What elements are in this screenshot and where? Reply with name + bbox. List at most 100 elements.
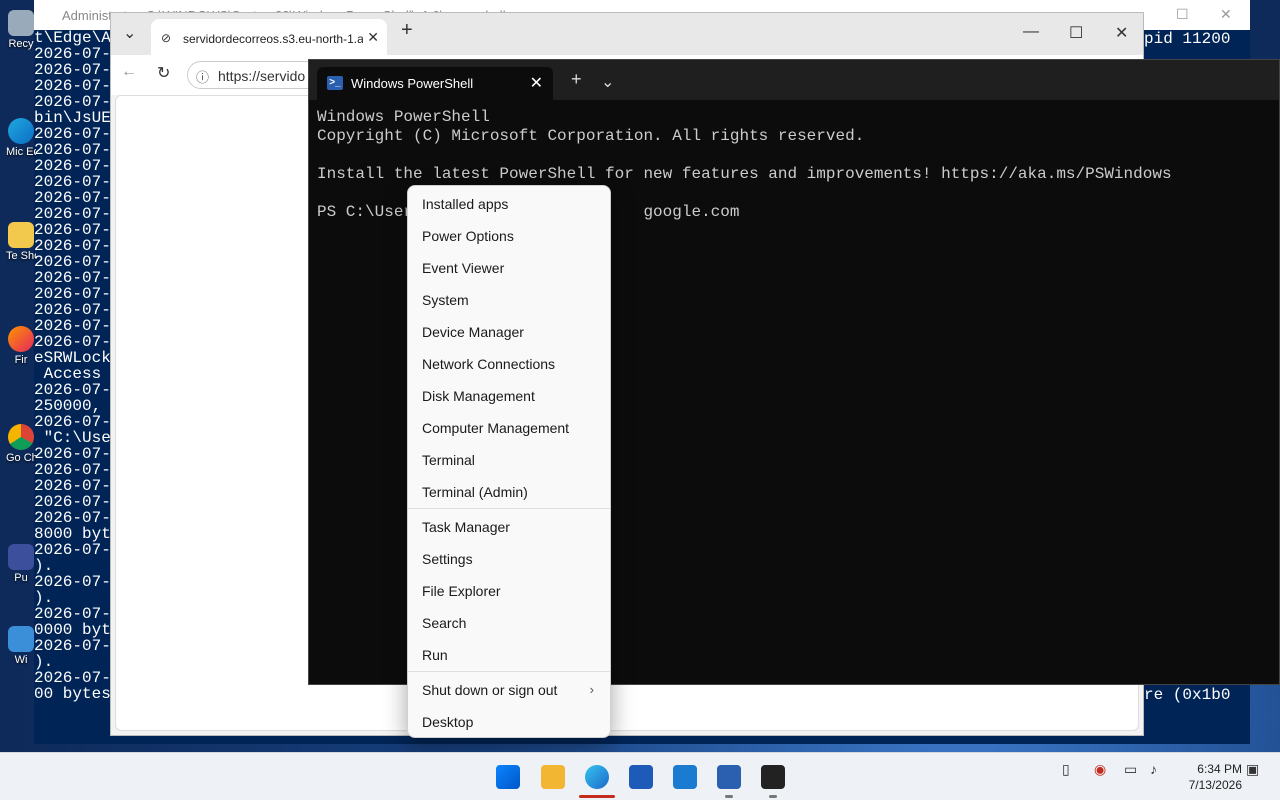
menu-item-shut-down[interactable]: Shut down or sign out [422,682,557,698]
menu-item-power-options[interactable]: Power Options [422,228,514,244]
desktop-icon-wireshark[interactable]: Wi [6,626,36,666]
clock-date: 7/13/2026 [1188,778,1242,792]
console-line: ). [34,589,54,607]
console-line: ). [34,557,54,575]
new-tab-icon[interactable]: + [571,69,582,90]
console-line: 2026-07- [34,189,111,207]
menu-separator [408,671,610,672]
wireshark-icon [8,626,34,652]
terminal-line: Copyright (C) Microsoft Corporation. All… [317,127,865,145]
maximize-icon[interactable]: ☐ [1069,23,1083,43]
console-line: 2026-07- [34,253,111,271]
notification-icon[interactable]: ▣ [1246,761,1259,778]
chevron-right-icon: › [589,682,594,697]
console-line: 2026-07- [34,93,111,111]
menu-item-installed-apps[interactable]: Installed apps [422,196,508,212]
close-tab-icon[interactable]: ✕ [367,29,379,46]
console-line: 2026-07- [34,637,111,655]
terminal-running-indicator [769,795,777,798]
store-icon[interactable] [629,765,653,789]
console-line: 250000, [34,397,102,415]
terminal-line: Install the latest PowerShell for new fe… [317,165,1172,183]
back-arrow-icon[interactable]: ← [121,63,137,81]
terminal-tab[interactable]: >_ Windows PowerShell ✕ [317,67,553,100]
console-line: 2026-07- [34,333,111,351]
edge-icon [8,118,34,144]
outlook-icon[interactable] [673,765,697,789]
menu-item-system[interactable]: System [422,292,469,308]
chevron-down-icon[interactable]: ⌄ [601,72,614,92]
close-tab-icon[interactable]: ✕ [530,73,543,93]
clock-time: 6:34 PM [1197,762,1242,776]
desktop-icon-shortcut[interactable]: Te Sho [6,222,36,262]
address-url: https://servido [218,68,306,84]
usb-device-icon[interactable]: ▯ [1062,761,1070,778]
menu-item-run[interactable]: Run [422,647,448,663]
terminal-tab-label: Windows PowerShell [351,76,474,91]
menu-item-event-viewer[interactable]: Event Viewer [422,260,504,276]
refresh-icon[interactable]: ↻ [157,63,170,83]
browser-tab[interactable]: ⊘ servidordecorreos.s3.eu-north-1.am ✕ [151,19,387,55]
console-line: "C:\Use [34,429,111,447]
console-line: 2026-07- [34,45,111,63]
security-alert-icon[interactable]: ◉ [1094,761,1106,778]
console-line: 2026-07- [34,61,111,79]
console-line: ). [34,653,54,671]
chrome-icon [8,424,34,450]
menu-item-task-manager[interactable]: Task Manager [422,519,510,535]
menu-item-computer-management[interactable]: Computer Management [422,420,569,436]
console-line: 2026-07- [34,173,111,191]
console-line: 2026-07- [34,237,111,255]
browser-tab-label: servidordecorreos.s3.eu-north-1.am [183,32,363,46]
console-line: 2026-07- [34,317,111,335]
desktop-icon-firefox[interactable]: Fir [6,326,36,366]
console-line: 2026-07- [34,157,111,175]
close-icon[interactable]: ✕ [1115,23,1128,43]
firefox-icon [8,326,34,352]
console-line: 2026-07- [34,125,111,143]
menu-item-desktop[interactable]: Desktop [422,714,473,730]
menu-item-terminal-admin[interactable]: Terminal (Admin) [422,484,528,500]
console-line: t\Edge\A [34,30,111,47]
console-line: 2026-07- [34,669,111,687]
console-line: 2026-07- [34,605,111,623]
desktop-icon-chrome[interactable]: Go Chr [6,424,36,464]
maximize-icon[interactable]: ☐ [1176,6,1189,23]
new-tab-icon[interactable]: + [401,19,413,42]
console-line: eSRWLock [34,349,111,367]
desktop-icon-putty[interactable]: Pu [6,544,36,584]
minimize-icon[interactable]: — [1023,23,1039,41]
edge-icon[interactable] [585,765,609,789]
page-favicon-icon: ⊘ [161,31,172,45]
desktop-icon-recycle-bin[interactable]: Recy [6,10,36,50]
start-windows-icon[interactable] [496,765,520,789]
console-line: 2026-07- [34,141,111,159]
console-line: 2026-07- [34,477,111,495]
console-line: 2026-07- [34,509,111,527]
terminal-icon[interactable] [761,765,785,789]
menu-item-settings[interactable]: Settings [422,551,473,567]
taskbar: ▯ ◉ ▭ ♪ 6:34 PM 7/13/2026 ▣ [0,752,1280,800]
menu-item-terminal[interactable]: Terminal [422,452,475,468]
console-line: 00 bytes [34,685,111,702]
menu-item-device-manager[interactable]: Device Manager [422,324,524,340]
menu-item-file-explorer[interactable]: File Explorer [422,583,501,599]
close-icon[interactable]: ✕ [1220,6,1232,23]
menu-item-search[interactable]: Search [422,615,466,631]
console-line: 2026-07- [34,413,111,431]
powershell-icon[interactable] [717,765,741,789]
site-info-icon[interactable]: ⓘ [196,67,209,86]
network-icon[interactable]: ▭ [1124,761,1137,778]
file-explorer-icon[interactable] [541,765,565,789]
menu-item-disk-management[interactable]: Disk Management [422,388,535,404]
console-line: 2026-07- [34,445,111,463]
console-line: 2026-07- [34,77,111,95]
console-line: 2026-07- [34,573,111,591]
tab-list-chevron-icon[interactable]: ⌄ [123,23,136,43]
putty-icon [8,544,34,570]
desktop-icon-edge[interactable]: Mic Ed [6,118,36,158]
volume-muted-icon[interactable]: ♪ [1150,761,1157,777]
menu-item-network-connections[interactable]: Network Connections [422,356,555,372]
system-clock[interactable]: 6:34 PM 7/13/2026 [1176,761,1242,793]
